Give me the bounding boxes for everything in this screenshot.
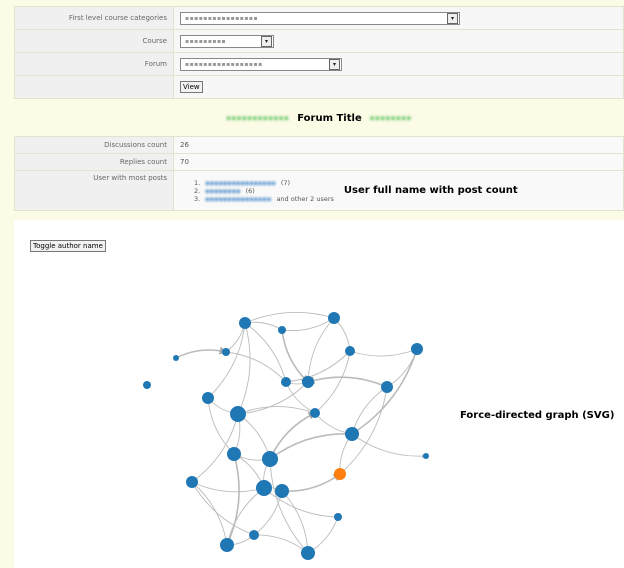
graph-link <box>306 376 388 388</box>
discussions-value: 26 <box>173 136 624 154</box>
graph-link <box>191 481 228 546</box>
forum-select[interactable]: ▪▪▪▪▪▪▪▪▪▪▪▪▪▪▪▪▪ ▾ <box>180 57 342 71</box>
graph-node[interactable] <box>262 451 278 467</box>
categories-row: First level course categories ▪▪▪▪▪▪▪▪▪▪… <box>14 6 624 30</box>
graph-node[interactable] <box>423 453 429 459</box>
graph-link <box>269 458 309 554</box>
report-filter-form: First level course categories ▪▪▪▪▪▪▪▪▪▪… <box>14 6 624 99</box>
forum-title-band: ▪▪▪▪▪▪▪▪▪▪▪▪ Forum Title ▪▪▪▪▪▪▪▪ <box>14 104 624 132</box>
graph-node[interactable] <box>278 326 286 334</box>
graph-node[interactable] <box>281 377 291 387</box>
forum-course-name-blurred: ▪▪▪▪▪▪▪▪▪▪▪▪ <box>226 114 290 122</box>
categories-select-value: ▪▪▪▪▪▪▪▪▪▪▪▪▪▪▪▪ <box>185 14 259 22</box>
graph-node[interactable] <box>328 312 340 324</box>
forum-row: Forum ▪▪▪▪▪▪▪▪▪▪▪▪▪▪▪▪▪ ▾ <box>14 52 624 76</box>
graph-link <box>207 322 246 399</box>
graph-node[interactable] <box>227 447 241 461</box>
graph-link <box>237 381 309 416</box>
course-select[interactable]: ▪▪▪▪▪▪▪▪▪ ▾ <box>180 34 274 48</box>
graph-node[interactable] <box>230 406 246 422</box>
list-item: 3. ▪▪▪▪▪▪▪▪▪▪▪▪▪▪▪ and other 2 users <box>194 194 334 203</box>
graph-node[interactable] <box>301 546 315 560</box>
graph-node[interactable] <box>173 355 179 361</box>
forum-course-name-blurred-2: ▪▪▪▪▪▪▪▪ <box>369 114 412 122</box>
graph-node[interactable] <box>249 530 259 540</box>
categories-label: First level course categories <box>14 6 174 30</box>
graph-node[interactable] <box>143 381 151 389</box>
user-link[interactable]: ▪▪▪▪▪▪▪▪▪▪▪▪▪▪▪▪ <box>205 179 275 187</box>
graph-link <box>237 413 272 460</box>
graph-link <box>225 453 240 547</box>
graph-link <box>253 532 309 554</box>
course-row: Course ▪▪▪▪▪▪▪▪▪ ▾ <box>14 29 624 53</box>
graph-annotation: Force-directed graph (SVG) <box>460 410 614 421</box>
graph-link <box>314 350 351 414</box>
page-title: Forum Title <box>297 112 362 124</box>
chevron-down-icon: ▾ <box>329 58 340 70</box>
graph-link <box>253 490 283 536</box>
graph-link <box>244 311 335 324</box>
replies-value: 70 <box>173 153 624 171</box>
graph-node[interactable] <box>220 538 234 552</box>
graph-link <box>351 433 427 459</box>
graph-node[interactable] <box>345 427 359 441</box>
graph-link <box>207 397 235 455</box>
graph-link <box>225 351 287 383</box>
graph-link <box>191 481 265 493</box>
graph-link <box>307 516 339 554</box>
discussions-label: Discussions count <box>14 136 174 154</box>
graph-node[interactable] <box>202 392 214 404</box>
graph-node[interactable] <box>239 317 251 329</box>
top-users-row: User with most posts 1. ▪▪▪▪▪▪▪▪▪▪▪▪▪▪▪▪… <box>14 170 624 211</box>
forum-stats-table: Discussions count 26 Replies count 70 Us… <box>14 136 624 211</box>
user-post-count-annotation: User full name with post count <box>343 185 518 196</box>
graph-node[interactable] <box>186 476 198 488</box>
top-users-list: 1. ▪▪▪▪▪▪▪▪▪▪▪▪▪▪▪▪ (7) 2. ▪▪▪▪▪▪▪▪ (6) … <box>180 177 334 205</box>
view-row: View <box>14 75 624 99</box>
force-directed-graph: Force-directed graph (SVG) <box>143 311 614 560</box>
graph-node[interactable] <box>256 480 272 496</box>
categories-select[interactable]: ▪▪▪▪▪▪▪▪▪▪▪▪▪▪▪▪ ▾ <box>180 11 460 25</box>
course-select-value: ▪▪▪▪▪▪▪▪▪ <box>185 37 227 45</box>
graph-node[interactable] <box>345 346 355 356</box>
list-item: 2. ▪▪▪▪▪▪▪▪ (6) <box>194 186 255 195</box>
graph-link <box>349 348 418 357</box>
graph-node[interactable] <box>411 343 423 355</box>
course-label: Course <box>14 29 174 53</box>
discussions-row: Discussions count 26 <box>14 136 624 154</box>
graph-node[interactable] <box>222 348 230 356</box>
graph-panel: Toggle author name Force-directed graph … <box>14 220 624 568</box>
graph-node[interactable] <box>302 376 314 388</box>
forum-label: Forum <box>14 52 174 76</box>
user-link[interactable]: ▪▪▪▪▪▪▪▪▪▪▪▪▪▪▪ <box>205 195 271 203</box>
chevron-down-icon: ▾ <box>447 12 458 24</box>
top-users-label: User with most posts <box>14 170 174 211</box>
user-link[interactable]: ▪▪▪▪▪▪▪▪ <box>205 187 240 195</box>
chevron-down-icon: ▾ <box>261 35 272 47</box>
replies-label: Replies count <box>14 153 174 171</box>
graph-node[interactable] <box>381 381 393 393</box>
graph-link <box>281 473 342 492</box>
graph-link <box>269 412 317 460</box>
graph-link <box>281 317 335 331</box>
list-item: 1. ▪▪▪▪▪▪▪▪▪▪▪▪▪▪▪▪ (7) <box>194 178 291 187</box>
graph-node[interactable] <box>275 484 289 498</box>
graph-node-highlighted[interactable] <box>334 468 346 480</box>
forum-select-value: ▪▪▪▪▪▪▪▪▪▪▪▪▪▪▪▪▪ <box>185 60 263 68</box>
graph-node[interactable] <box>334 513 342 521</box>
graph-link <box>281 329 310 384</box>
replies-row: Replies count 70 <box>14 153 624 171</box>
graph-node[interactable] <box>310 408 320 418</box>
graph-link <box>175 346 228 359</box>
view-button[interactable]: View <box>180 81 203 93</box>
